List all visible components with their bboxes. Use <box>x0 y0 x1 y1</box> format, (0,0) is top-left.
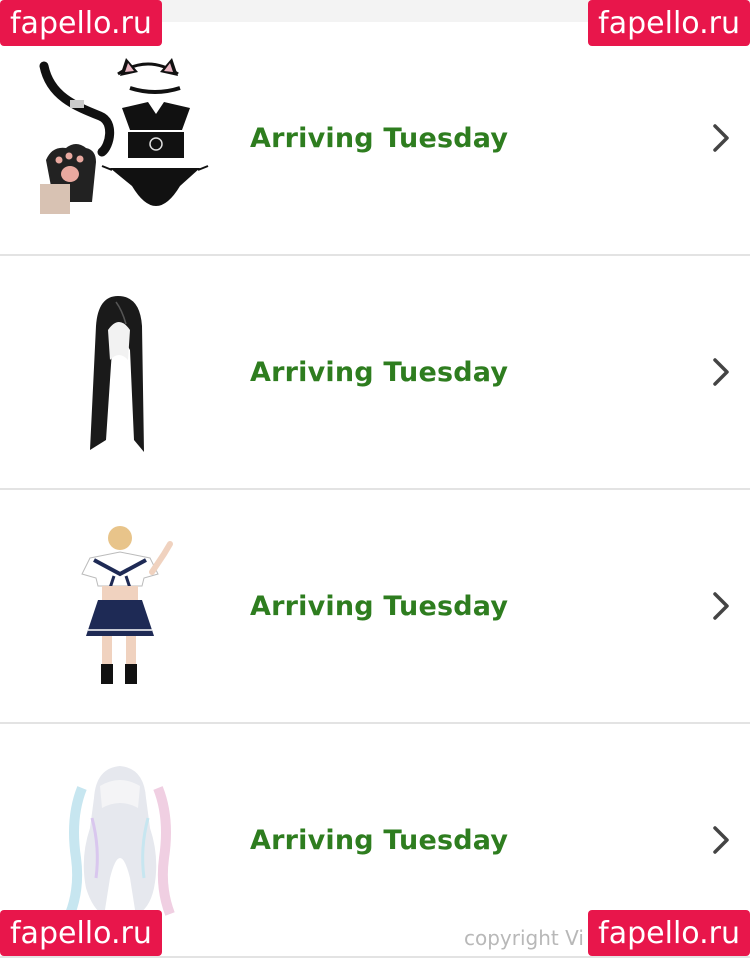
delivery-status: Arriving Tuesday <box>250 122 509 154</box>
order-item[interactable]: Arriving Tuesday <box>0 256 750 490</box>
watermark-badge: fapello.ru <box>0 0 162 46</box>
chevron-right-icon[interactable] <box>706 490 736 722</box>
delivery-status: Arriving Tuesday <box>250 824 509 856</box>
order-item[interactable]: Arriving Tuesday <box>0 490 750 724</box>
black-long-wig-image <box>30 290 210 458</box>
chevron-right-icon[interactable] <box>706 256 736 488</box>
order-item[interactable]: Arriving Tuesday <box>0 22 750 256</box>
watermark-badge: fapello.ru <box>588 910 750 956</box>
copyright-text: copyright Vi <box>464 926 584 950</box>
watermark-badge: fapello.ru <box>588 0 750 46</box>
chevron-right-icon[interactable] <box>706 22 736 254</box>
watermark-badge: fapello.ru <box>0 910 162 956</box>
delivery-status: Arriving Tuesday <box>250 356 509 388</box>
pastel-wig-image <box>30 758 210 926</box>
sailor-uniform-image <box>30 524 210 692</box>
delivery-status: Arriving Tuesday <box>250 590 509 622</box>
cat-costume-set-image <box>30 56 210 224</box>
